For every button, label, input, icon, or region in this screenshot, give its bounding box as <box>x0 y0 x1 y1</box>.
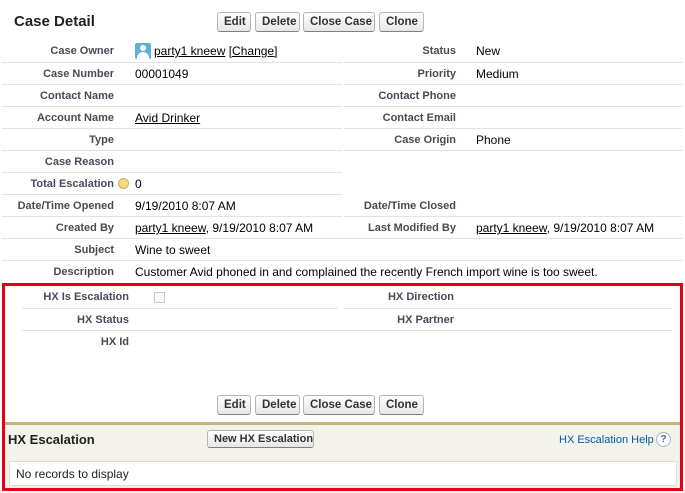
divider <box>344 150 683 151</box>
hx-escalation-help-link[interactable]: HX Escalation Help <box>559 434 654 446</box>
case-number-label: Case Number <box>43 68 114 80</box>
case-owner-link[interactable]: party1 kneew <box>154 44 225 58</box>
delete-button-bottom[interactable]: Delete <box>255 395 300 415</box>
edit-button-bottom[interactable]: Edit <box>217 395 251 415</box>
case-owner-label: Case Owner <box>50 45 114 57</box>
divider <box>22 308 338 309</box>
page-title: Case Detail <box>14 13 95 30</box>
divider <box>2 150 342 151</box>
clone-button-bottom[interactable]: Clone <box>379 395 424 415</box>
case-owner-value: party1 kneew [Change] <box>154 44 277 58</box>
divider <box>22 330 672 331</box>
total-escalation-label: Total Escalation <box>30 178 114 190</box>
divider <box>344 216 683 217</box>
modified-by-label: Last Modified By <box>367 222 456 234</box>
close-case-button-bottom[interactable]: Close Case <box>303 395 375 415</box>
modified-by-value: party1 kneew, 9/19/2010 8:07 AM <box>476 221 654 235</box>
status-value: New <box>476 44 501 58</box>
hx-is-escalation-checkbox <box>154 292 165 303</box>
related-list-title: HX Escalation <box>8 432 95 447</box>
hx-direction-label: HX Direction <box>387 291 454 303</box>
total-escalation-value: 0 <box>135 177 142 191</box>
type-label: Type <box>89 134 114 146</box>
created-by-date: , 9/19/2010 8:07 AM <box>205 221 314 235</box>
created-by-label: Created By <box>55 222 114 234</box>
hx-status-label: HX Status <box>77 314 129 326</box>
account-name-value: Avid Drinker <box>135 111 200 125</box>
change-owner-link[interactable]: [Change] <box>229 44 278 58</box>
divider <box>2 128 342 129</box>
close-case-button[interactable]: Close Case <box>303 12 375 32</box>
description-value: Customer Avid phoned in and complained t… <box>135 265 598 279</box>
contact-phone-label: Contact Phone <box>378 90 456 102</box>
divider <box>344 308 672 309</box>
contact-email-label: Contact Email <box>382 112 456 124</box>
closed-label: Date/Time Closed <box>363 200 456 212</box>
hx-partner-label: HX Partner <box>397 314 454 326</box>
account-name-label: Account Name <box>36 112 114 124</box>
opened-value: 9/19/2010 8:07 AM <box>135 199 236 213</box>
case-reason-label: Case Reason <box>44 156 114 168</box>
divider <box>2 260 683 261</box>
new-hx-escalation-button[interactable]: New HX Escalation <box>207 430 314 448</box>
edit-button[interactable]: Edit <box>217 12 251 32</box>
description-label: Description <box>53 266 114 278</box>
divider <box>2 194 342 195</box>
hx-id-label: HX Id <box>100 336 129 348</box>
status-label: Status <box>422 45 456 57</box>
subject-value: Wine to sweet <box>135 243 211 257</box>
divider <box>2 216 342 217</box>
subject-label: Subject <box>74 244 114 256</box>
account-name-link[interactable]: Avid Drinker <box>135 111 200 125</box>
opened-label: Date/Time Opened <box>17 200 114 212</box>
divider <box>344 62 683 63</box>
contact-name-label: Contact Name <box>40 90 114 102</box>
help-icon[interactable]: ? <box>656 432 671 447</box>
empty-records-panel: No records to display <box>9 461 677 486</box>
divider <box>2 84 342 85</box>
divider <box>2 62 342 63</box>
modified-by-date: , 9/19/2010 8:07 AM <box>546 221 655 235</box>
modified-by-user-link[interactable]: party1 kneew <box>476 221 547 235</box>
case-number-value: 00001049 <box>135 67 189 81</box>
divider <box>2 238 683 239</box>
priority-label: Priority <box>417 68 456 80</box>
clone-button[interactable]: Clone <box>379 12 424 32</box>
created-by-value: party1 kneew, 9/19/2010 8:07 AM <box>135 221 313 235</box>
divider <box>344 128 683 129</box>
created-by-user-link[interactable]: party1 kneew <box>135 221 206 235</box>
divider <box>344 106 683 107</box>
case-detail-header: Case Detail Edit Delete Close Case Clone <box>0 0 685 42</box>
no-records-text: No records to display <box>16 467 129 481</box>
help-bubble-icon[interactable] <box>118 178 129 189</box>
priority-value: Medium <box>476 67 519 81</box>
divider <box>2 106 342 107</box>
user-avatar-icon <box>135 43 151 59</box>
divider <box>344 84 683 85</box>
divider <box>2 172 342 173</box>
case-origin-label: Case Origin <box>394 134 456 146</box>
case-origin-value: Phone <box>476 133 511 147</box>
hx-is-escalation-label: HX Is Escalation <box>43 291 129 303</box>
delete-button[interactable]: Delete <box>255 12 300 32</box>
